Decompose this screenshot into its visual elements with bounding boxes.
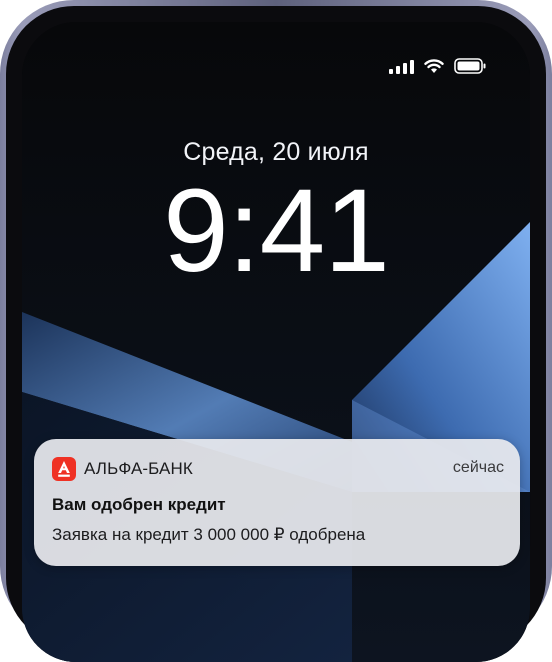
status-bar: [389, 58, 486, 74]
notification-title: Вам одобрен кредит: [52, 495, 226, 514]
alfa-bank-logo-icon: [52, 457, 76, 481]
notification-body: Заявка на кредит 3 000 000 ₽ одобрена: [52, 525, 366, 544]
lock-screen-date: Среда, 20 июля: [183, 138, 369, 166]
cellular-signal-icon: [389, 58, 414, 74]
battery-icon: [454, 58, 486, 74]
wallpaper: [22, 22, 530, 662]
lock-screen-time: 9:41: [163, 165, 390, 297]
lock-screen: [22, 22, 530, 662]
notification-header: АЛЬФА-БАНК: [52, 457, 193, 481]
notification-app-name: АЛЬФА-БАНК: [84, 459, 193, 478]
notification-card[interactable]: АЛЬФА-БАНК сейчас Вам одобрен кредит Зая…: [34, 439, 520, 566]
notification-timestamp: сейчас: [452, 459, 504, 476]
wifi-icon: [424, 58, 444, 73]
